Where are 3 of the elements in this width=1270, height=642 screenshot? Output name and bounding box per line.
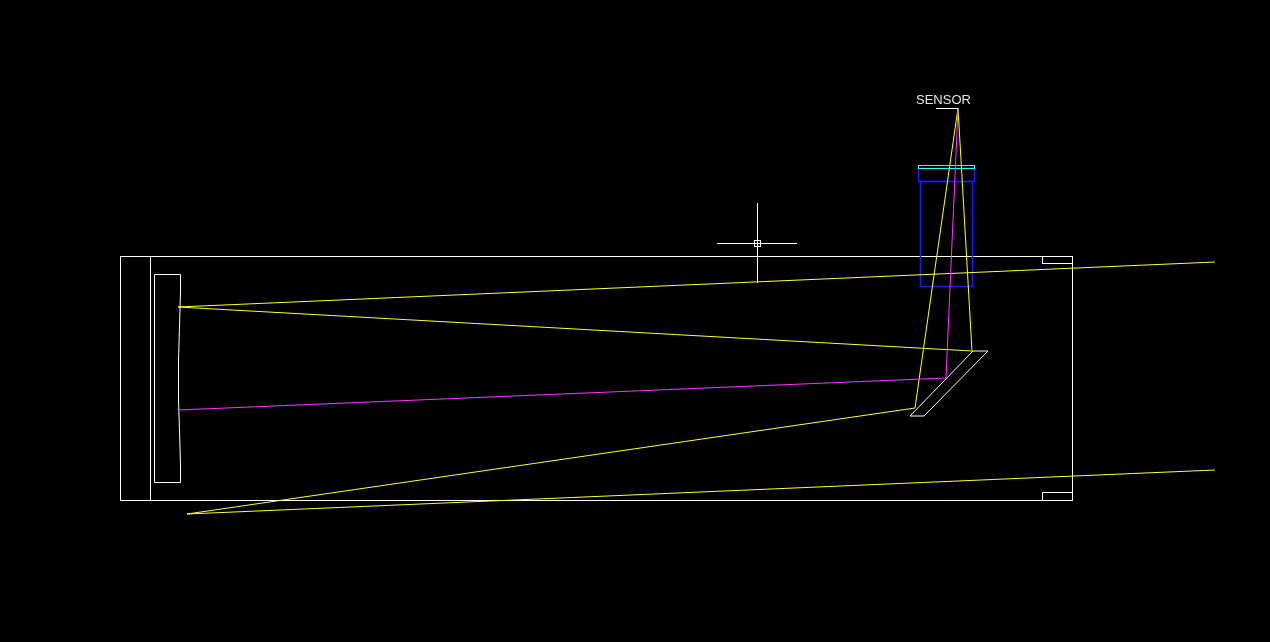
sensor-label: SENSOR — [916, 92, 971, 107]
sensor-line — [935, 108, 959, 109]
crosshair-cursor-icon — [716, 202, 798, 284]
